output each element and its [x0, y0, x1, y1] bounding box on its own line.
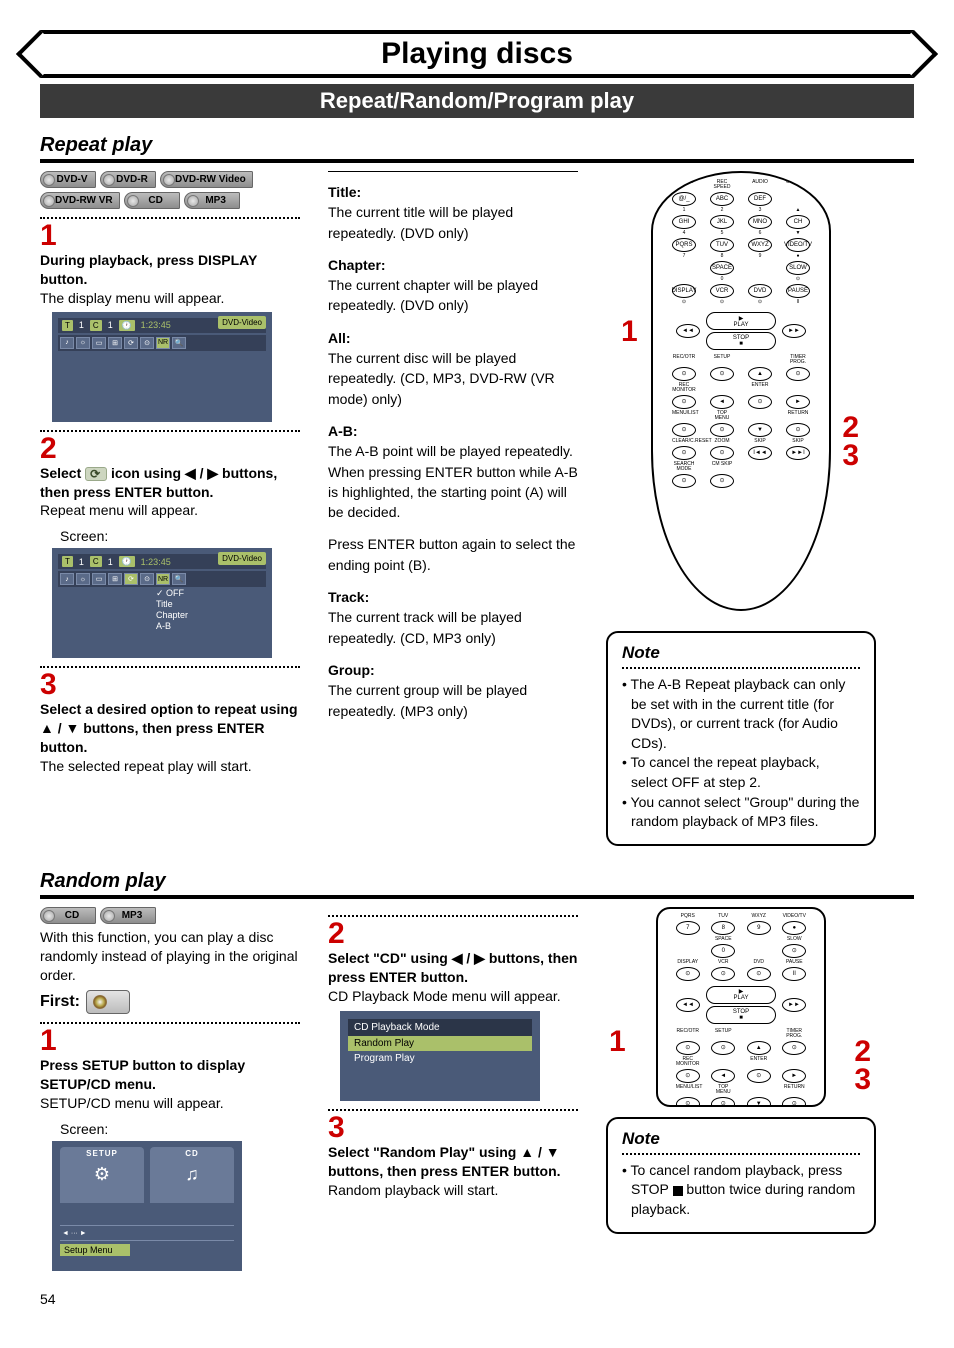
- divider: [40, 430, 300, 432]
- random-step1-body: Press SETUP button to display SETUP/CD m…: [40, 1056, 300, 1113]
- osd-1: DVD-Video T 1 C 1 🕐 1:23:45 ♪☼▭⊞⟳⊙NR🔍: [52, 312, 272, 422]
- remote1-call1: 1: [621, 315, 638, 349]
- osd1-cv: 1: [108, 320, 113, 330]
- osd1-clock: 1:23:45: [141, 320, 171, 330]
- badge-mp3-2: MP3: [100, 907, 156, 924]
- divider: [40, 666, 300, 668]
- repeat-step2-num: 2: [40, 434, 300, 464]
- repeat-step1-num: 1: [40, 221, 300, 251]
- random-step3-body: Select "Random Play" using ▲ / ▼ buttons…: [328, 1143, 578, 1200]
- random-intro: With this function, you can play a disc …: [40, 928, 300, 985]
- repeat-heading: Repeat play: [40, 134, 914, 163]
- divider: [40, 217, 300, 219]
- remote2-call3: 3: [854, 1063, 871, 1097]
- badge-dvd-rw-video: DVD-RW Video: [160, 171, 253, 188]
- desc-track: Track:The current track will be played r…: [328, 587, 578, 648]
- osd1-tv: 1: [79, 320, 84, 330]
- badge-dvd-rw-vr: DVD-RW VR: [40, 192, 120, 209]
- desc-ab2: Press ENTER button again to select the e…: [328, 534, 578, 575]
- random-step2-num: 2: [328, 919, 578, 949]
- desc-all: All:The current disc will be played repe…: [328, 328, 578, 409]
- random-heading: Random play: [40, 870, 914, 899]
- repeat-step3-body: Select a desired option to repeat using …: [40, 700, 300, 776]
- badge-dvd-r: DVD-R: [100, 171, 156, 188]
- cd-playback-menu: CD Playback Mode Random Play Program Pla…: [340, 1011, 540, 1101]
- osd2-label: DVD-Video: [218, 552, 266, 565]
- osd1-c: C: [90, 320, 102, 331]
- osd2-menu: OFF Title Chapter A-B: [156, 588, 188, 631]
- osd1-label: DVD-Video: [218, 316, 266, 329]
- random-step2-body: Select "CD" using ◀ / ▶ buttons, then pr…: [328, 949, 578, 1006]
- desc-group: Group:The current group will be played r…: [328, 660, 578, 721]
- repeat-note-title: Note: [622, 643, 860, 663]
- random-first-label: First:: [40, 993, 80, 1011]
- repeat-step3-bold: Select a desired option to repeat using …: [40, 701, 298, 755]
- osd1-icons: ♪☼▭⊞⟳⊙NR🔍: [58, 335, 266, 351]
- repeat-badges: DVD-V DVD-R DVD-RW Video DVD-RW VR CD MP…: [40, 171, 300, 209]
- badge-dvd-v: DVD-V: [40, 171, 96, 188]
- random-note-body: To cancel random playback, press STOP bu…: [622, 1161, 860, 1220]
- page-title: Playing discs: [381, 37, 573, 71]
- random-step3-num: 3: [328, 1113, 578, 1143]
- random-note-box: Note To cancel random playback, press ST…: [606, 1117, 876, 1234]
- remote-1: 1 2 3 POWERREC SPEEDAUDIOOPEN/CLOSE@/_AB…: [651, 171, 831, 621]
- repeat-step3-text: The selected repeat play will start.: [40, 758, 252, 774]
- section-bar: Repeat/Random/Program play: [40, 84, 914, 118]
- repeat-step2-b: icon using: [107, 465, 185, 481]
- repeat-step1-text: The display menu will appear.: [40, 290, 224, 306]
- page-number: 54: [40, 1291, 914, 1307]
- setup-menu: SETUP⚙ CD♫ ◄ ··· ► Setup Menu: [52, 1141, 242, 1271]
- random-step1-num: 1: [40, 1026, 300, 1056]
- osd-2: DVD-Video T 1 C 1 🕐 1:23:45 ♪☼▭⊞⟳⊙NR🔍 OF…: [52, 548, 272, 658]
- desc-title: Title:The current title will be played r…: [328, 182, 578, 243]
- repeat-step1-body: During playback, press DISPLAY button. T…: [40, 251, 300, 308]
- badge-cd-2: CD: [40, 907, 96, 924]
- dvd-insert-icon: [86, 990, 130, 1014]
- repeat-note-box: Note The A-B Repeat playback can only be…: [606, 631, 876, 846]
- page-title-bar: Playing discs: [40, 30, 914, 78]
- repeat-screen-label: Screen:: [60, 528, 300, 544]
- remote1-call3: 3: [842, 439, 859, 473]
- badge-cd: CD: [124, 192, 180, 209]
- desc-ab: A-B:The A-B point will be played repeate…: [328, 421, 578, 522]
- random-badges: CD MP3: [40, 907, 300, 924]
- repeat-note-body: The A-B Repeat playback can only be set …: [622, 675, 860, 832]
- remote-2: PQRSTUVWXYZVIDEO/TV789●SPACESLOW0⊙DISPLA…: [656, 907, 826, 1107]
- repeat-step2-text: Repeat menu will appear.: [40, 502, 198, 518]
- badge-mp3: MP3: [184, 192, 240, 209]
- repeat-step3-num: 3: [40, 670, 300, 700]
- desc-chapter: Chapter:The current chapter will be play…: [328, 255, 578, 316]
- random-screen-label: Screen:: [60, 1121, 300, 1137]
- repeat-icon: [85, 467, 107, 481]
- random-note-title: Note: [622, 1129, 860, 1149]
- repeat-step2-a: Select: [40, 465, 85, 481]
- repeat-step1-bold: During playback, press DISPLAY button.: [40, 252, 257, 287]
- remote2-call1: 1: [609, 1025, 626, 1059]
- osd1-t: T: [62, 320, 73, 331]
- repeat-step2-body: Select icon using ◀ / ▶ buttons, then pr…: [40, 464, 300, 521]
